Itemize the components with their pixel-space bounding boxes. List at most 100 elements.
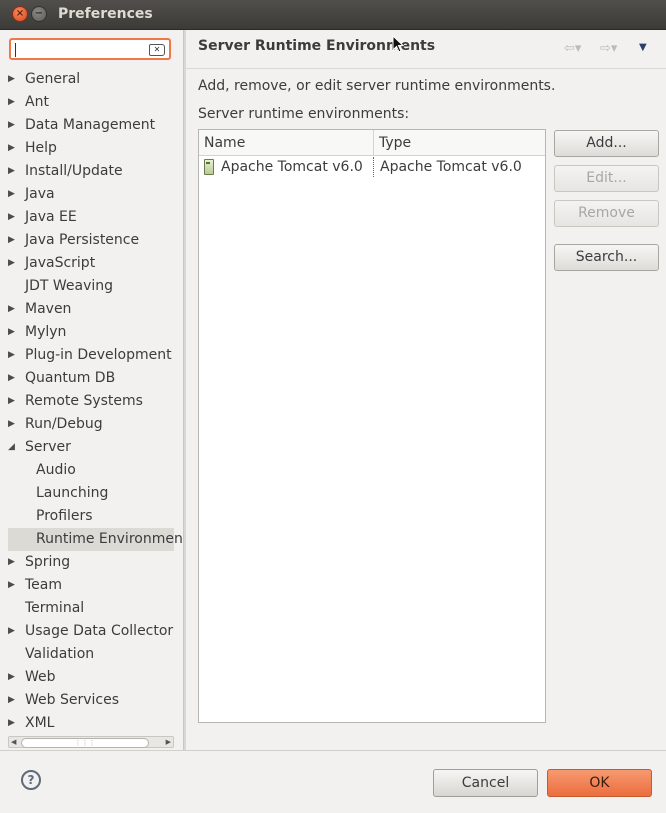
expand-arrow-icon[interactable]: ▶ — [8, 137, 18, 160]
cancel-button[interactable]: Cancel — [433, 769, 538, 797]
expand-arrow-icon[interactable]: ▶ — [8, 206, 18, 229]
expand-arrow-icon[interactable]: ▶ — [8, 344, 18, 367]
table-row[interactable]: Apache Tomcat v6.0 Apache Tomcat v6.0 — [199, 155, 545, 179]
tree-item[interactable]: ▶ Quantum DB — [0, 367, 183, 390]
tree-item[interactable]: Terminal — [0, 597, 183, 620]
filter-input[interactable]: ✕ — [9, 38, 171, 60]
tree-item[interactable]: ▶ Run/Debug — [0, 413, 183, 436]
expand-arrow-icon[interactable]: ▶ — [8, 229, 18, 252]
remove-button[interactable]: Remove — [554, 200, 659, 227]
tree-item-label: Validation — [25, 646, 95, 662]
tree-item[interactable]: ▶ Remote Systems — [0, 390, 183, 413]
tree-item[interactable]: ▶ Spring — [0, 551, 183, 574]
scrollbar-thumb[interactable]: ⋮⋮⋮ — [21, 738, 149, 748]
text-caret — [15, 43, 16, 57]
tree-item-label: Team — [25, 577, 63, 593]
tree-item-label: General — [25, 71, 81, 87]
mouse-cursor-icon — [392, 35, 404, 53]
tree-item-label: Usage Data Collector — [25, 623, 174, 639]
tree-item[interactable]: JDT Weaving — [0, 275, 183, 298]
tree-item[interactable]: ▶ General — [0, 68, 183, 91]
tree-item-label: Plug-in Development — [25, 347, 172, 363]
server-runtime-icon — [204, 159, 214, 175]
expand-arrow-icon[interactable]: ▶ — [8, 68, 18, 91]
help-icon[interactable]: ? — [21, 770, 41, 790]
tree-item[interactable]: Runtime Environmen — [8, 528, 183, 551]
expand-arrow-icon[interactable]: ▶ — [8, 413, 18, 436]
forward-arrow-icon[interactable]: ⇨▾ — [600, 41, 617, 56]
expand-arrow-icon[interactable]: ▶ — [8, 574, 18, 597]
expand-arrow-icon[interactable]: ▶ — [8, 160, 18, 183]
expand-arrow-icon[interactable]: ▶ — [8, 666, 18, 689]
tree-item[interactable]: ▶ Help — [0, 137, 183, 160]
edit-button[interactable]: Edit... — [554, 165, 659, 192]
tree-item[interactable]: ▶ JavaScript — [0, 252, 183, 275]
tree-item-label: Terminal — [25, 600, 85, 616]
search-button[interactable]: Search... — [554, 244, 659, 271]
clear-filter-icon[interactable]: ✕ — [149, 44, 165, 56]
expand-arrow-icon[interactable]: ▶ — [8, 390, 18, 413]
tree-item-label: Web — [25, 669, 56, 685]
ok-button[interactable]: OK — [547, 769, 652, 797]
tree-item[interactable]: ▶ XML — [0, 712, 183, 735]
tree-item[interactable]: ▶ Team — [0, 574, 183, 597]
tree-item-label: Data Management — [25, 117, 156, 133]
tree-item-label: Java EE — [25, 209, 77, 225]
expand-arrow-icon[interactable]: ▶ — [8, 252, 18, 275]
tree-item-label: Audio — [36, 462, 76, 478]
tree-item[interactable]: ▶ Ant — [0, 91, 183, 114]
runtime-environments-table[interactable]: Name Type Apache Tomcat v6.0 Apache Tomc… — [198, 129, 546, 723]
expand-arrow-icon[interactable]: ▶ — [8, 91, 18, 114]
expand-arrow-icon[interactable]: ▶ — [8, 712, 18, 735]
tree-item-label: Run/Debug — [25, 416, 103, 432]
tree-item[interactable]: Launching — [0, 482, 183, 505]
tree-item-label: Web Services — [25, 692, 120, 708]
expand-arrow-icon[interactable]: ▶ — [8, 367, 18, 390]
tree-item-label: Ant — [25, 94, 49, 110]
expand-arrow-icon[interactable]: ▶ — [8, 321, 18, 344]
pane-divider[interactable] — [183, 30, 186, 751]
tree-item[interactable]: ▶ Web Services — [0, 689, 183, 712]
close-window-icon[interactable]: × — [12, 6, 28, 22]
tree-item[interactable]: ▶ Usage Data Collector — [0, 620, 183, 643]
window-title: Preferences — [58, 6, 153, 22]
tree-item-label: XML — [25, 715, 55, 731]
tree-item[interactable]: ▶ Java — [0, 183, 183, 206]
tree-item-label: Profilers — [36, 508, 93, 524]
tree-item-label: Remote Systems — [25, 393, 143, 409]
expand-arrow-icon[interactable]: ▶ — [8, 689, 18, 712]
tree-item[interactable]: ▶ Java EE — [0, 206, 183, 229]
minimize-window-icon[interactable]: − — [31, 6, 47, 22]
expand-arrow-icon[interactable]: ▶ — [8, 114, 18, 137]
scroll-right-icon[interactable]: ▶ — [166, 737, 171, 747]
tree-item-label: Mylyn — [25, 324, 67, 340]
table-header: Name Type — [199, 130, 545, 156]
expand-arrow-icon[interactable]: ▶ — [8, 298, 18, 321]
add-button[interactable]: Add... — [554, 130, 659, 157]
column-header-name[interactable]: Name — [199, 130, 374, 155]
expand-arrow-icon[interactable]: ▶ — [8, 551, 18, 574]
scroll-left-icon[interactable]: ◀ — [11, 737, 16, 747]
tree-item[interactable]: ▶ Java Persistence — [0, 229, 183, 252]
tree-item[interactable]: ▶ Maven — [0, 298, 183, 321]
tree-item[interactable]: ▶ Plug-in Development — [0, 344, 183, 367]
tree-item-label: Install/Update — [25, 163, 123, 179]
tree-item[interactable]: ▶ Mylyn — [0, 321, 183, 344]
tree-item[interactable]: ◢ Server — [0, 436, 183, 459]
horizontal-scrollbar[interactable]: ◀ ⋮⋮⋮ ▶ — [8, 736, 174, 748]
tree-item[interactable]: Profilers — [0, 505, 183, 528]
tree-item-label: Java Persistence — [25, 232, 140, 248]
collapse-arrow-icon[interactable]: ◢ — [8, 436, 18, 459]
view-menu-icon[interactable]: ▼ — [639, 42, 647, 53]
expand-arrow-icon[interactable]: ▶ — [8, 183, 18, 206]
back-arrow-icon[interactable]: ⇦▾ — [564, 41, 581, 56]
tree-item[interactable]: ▶ Web — [0, 666, 183, 689]
tree-item[interactable]: Audio — [0, 459, 183, 482]
expand-arrow-icon[interactable]: ▶ — [8, 620, 18, 643]
tree-item[interactable]: Validation — [0, 643, 183, 666]
tree-item[interactable]: ▶ Data Management — [0, 114, 183, 137]
footer-divider — [0, 750, 666, 751]
runtime-name-cell: Apache Tomcat v6.0 — [221, 159, 363, 175]
column-header-type[interactable]: Type — [374, 130, 411, 155]
tree-item[interactable]: ▶ Install/Update — [0, 160, 183, 183]
